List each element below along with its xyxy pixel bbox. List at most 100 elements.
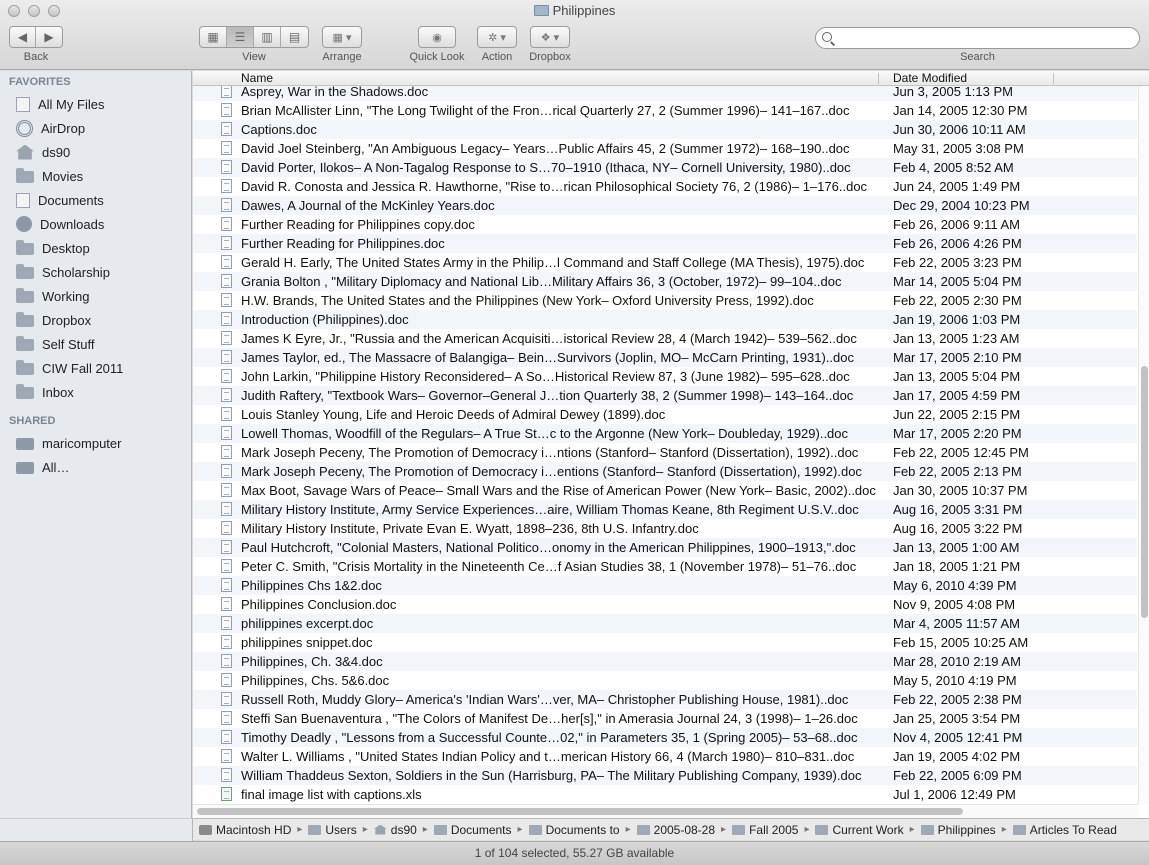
file-date-modified: Feb 15, 2005 10:25 AM: [893, 635, 1029, 650]
sidebar-item-movies[interactable]: Movies: [16, 166, 186, 186]
document-file-icon: [221, 426, 232, 440]
path-crumb[interactable]: Users ▸: [302, 823, 368, 837]
sidebar-item-self-stuff[interactable]: Self Stuff: [16, 334, 186, 354]
file-name: philippines excerpt.doc: [241, 616, 374, 631]
search-input[interactable]: [836, 30, 1131, 46]
file-row[interactable]: Philippines, Chs. 5&6.doc May 5, 2010 4:1…: [193, 671, 1137, 690]
file-name: Philippines, Chs. 5&6.doc: [241, 673, 390, 688]
file-row[interactable]: Gerald H. Early, The United States Army …: [193, 253, 1137, 272]
file-row[interactable]: Judith Raftery, "Textbook Wars– Governor…: [193, 386, 1137, 405]
file-row[interactable]: Mark Joseph Peceny, The Promotion of Dem…: [193, 462, 1137, 481]
back-button[interactable]: ◀: [10, 27, 37, 47]
file-row[interactable]: Steffi San Buenaventura , "The Colors of…: [193, 709, 1137, 728]
file-row[interactable]: Brian McAllister Linn, "The Long Twiligh…: [193, 101, 1137, 120]
file-row[interactable]: Timothy Deadly , "Lessons from a Success…: [193, 728, 1137, 747]
file-row[interactable]: Military History Institute, Army Service…: [193, 500, 1137, 519]
file-name: Lowell Thomas, Woodfill of the Regulars–…: [241, 426, 849, 441]
quick-look-button[interactable]: ◉: [418, 26, 456, 48]
forward-button[interactable]: ▶: [36, 27, 62, 47]
sidebar-item-label: All My Files: [38, 96, 105, 112]
document-file-icon: [221, 84, 232, 98]
coverflow-view-button[interactable]: ▤: [281, 27, 308, 47]
path-crumb[interactable]: Documents to ▸: [523, 823, 631, 837]
path-crumb[interactable]: Fall 2005 ▸: [726, 823, 809, 837]
file-name: philippines snippet.doc: [241, 635, 373, 650]
file-row[interactable]: Captions.doc Jun 30, 2006 10:11 AM: [193, 120, 1137, 139]
path-crumb[interactable]: Philippines ▸: [915, 823, 1007, 837]
file-row[interactable]: Introduction (Philippines).doc Jan 19, 20…: [193, 310, 1137, 329]
path-crumb[interactable]: Macintosh HD ▸: [193, 823, 302, 837]
file-row[interactable]: Russell Roth, Muddy Glory– America's 'In…: [193, 690, 1137, 709]
file-row[interactable]: Mark Joseph Peceny, The Promotion of Dem…: [193, 443, 1137, 462]
file-row[interactable]: Grania Bolton , "Military Diplomacy and …: [193, 272, 1137, 291]
document-file-icon: [221, 236, 232, 250]
sidebar-item-ciw-fall-2011[interactable]: CIW Fall 2011: [16, 358, 186, 378]
file-row[interactable]: Louis Stanley Young, Life and Heroic Dee…: [193, 405, 1137, 424]
path-crumb[interactable]: ds90 ▸: [368, 823, 428, 837]
sidebar-item-all[interactable]: All…: [16, 457, 186, 477]
file-row[interactable]: H.W. Brands, The United States and the P…: [193, 291, 1137, 310]
column-view-button[interactable]: ▥: [254, 27, 281, 47]
file-row[interactable]: Dawes, A Journal of the McKinley Years.d…: [193, 196, 1137, 215]
file-row[interactable]: Philippines, Ch. 3&4.doc Mar 28, 2010 2:1…: [193, 652, 1137, 671]
path-crumb[interactable]: Current Work ▸: [809, 823, 915, 837]
sidebar-item-maricomputer[interactable]: maricomputer: [16, 433, 186, 453]
file-row[interactable]: philippines excerpt.doc Mar 4, 2005 11:57…: [193, 614, 1137, 633]
file-date-modified: Mar 17, 2005 2:20 PM: [893, 426, 1022, 441]
sidebar-item-desktop[interactable]: Desktop: [16, 238, 186, 258]
file-row[interactable]: Further Reading for Philippines copy.doc…: [193, 215, 1137, 234]
sidebar-item-working[interactable]: Working: [16, 286, 186, 306]
action-button[interactable]: ✲ ▾: [477, 26, 517, 48]
file-row[interactable]: John Larkin, "Philippine History Reconsi…: [193, 367, 1137, 386]
sidebar-item-all-my-files[interactable]: All My Files: [16, 94, 186, 114]
file-row[interactable]: David Porter, Ilokos– A Non-Tagalog Resp…: [193, 158, 1137, 177]
vertical-scrollbar[interactable]: [1138, 86, 1149, 804]
sidebar-item-dropbox[interactable]: Dropbox: [16, 310, 186, 330]
sidebar-item-documents[interactable]: Documents: [16, 190, 186, 210]
file-row[interactable]: David R. Conosta and Jessica R. Hawthorn…: [193, 177, 1137, 196]
column-divider[interactable]: [878, 73, 879, 84]
search-field[interactable]: [815, 27, 1140, 49]
date-modified-column-header[interactable]: Date Modified: [893, 71, 967, 85]
sidebar-item-scholarship[interactable]: Scholarship: [16, 262, 186, 282]
document-file-icon: [221, 198, 232, 212]
file-row[interactable]: Paul Hutchcroft, "Colonial Masters, Nati…: [193, 538, 1137, 557]
file-row[interactable]: Philippines Conclusion.doc Nov 9, 2005 4:…: [193, 595, 1137, 614]
file-row[interactable]: Further Reading for Philippines.doc Feb 2…: [193, 234, 1137, 253]
folder-icon: [815, 824, 829, 835]
file-row[interactable]: William Thaddeus Sexton, Soldiers in the…: [193, 766, 1137, 785]
path-crumb[interactable]: 2005-08-28 ▸: [631, 823, 726, 837]
file-row[interactable]: philippines snippet.doc Feb 15, 2005 10:2…: [193, 633, 1137, 652]
sidebar-item-downloads[interactable]: Downloads: [16, 214, 186, 234]
dropbox-button[interactable]: ❖ ▾: [530, 26, 570, 48]
file-name: William Thaddeus Sexton, Soldiers in the…: [241, 768, 862, 783]
file-row[interactable]: Peter C. Smith, "Crisis Mortality in the…: [193, 557, 1137, 576]
file-row[interactable]: David Joel Steinberg, "An Ambiguous Lega…: [193, 139, 1137, 158]
file-row[interactable]: Philippines Chs 1&2.doc May 6, 2010 4:39 …: [193, 576, 1137, 595]
arrange-button[interactable]: ▦ ▾: [322, 26, 362, 48]
sidebar-item-inbox[interactable]: Inbox: [16, 382, 186, 402]
icon-view-button[interactable]: ▦: [200, 27, 227, 47]
file-row[interactable]: Lowell Thomas, Woodfill of the Regulars–…: [193, 424, 1137, 443]
name-column-header[interactable]: Name: [241, 71, 273, 85]
column-divider[interactable]: [1053, 73, 1054, 84]
file-row[interactable]: Walter L. Williams , "United States Indi…: [193, 747, 1137, 766]
file-row[interactable]: final image list with captions.xls Jul 1,…: [193, 785, 1137, 804]
file-row[interactable]: Max Boot, Savage Wars of Peace– Small Wa…: [193, 481, 1137, 500]
path-crumb[interactable]: Articles To Read: [1007, 823, 1117, 837]
file-row[interactable]: James Taylor, ed., The Massacre of Balan…: [193, 348, 1137, 367]
file-row[interactable]: Military History Institute, Private Evan…: [193, 519, 1137, 538]
sidebar-item-ds90[interactable]: ds90: [16, 142, 186, 162]
vertical-scroll-thumb[interactable]: [1141, 366, 1148, 618]
file-date-modified: Aug 16, 2005 3:22 PM: [893, 521, 1023, 536]
path-crumb[interactable]: Documents ▸: [428, 823, 523, 837]
horizontal-scrollbar[interactable]: [193, 804, 1138, 818]
folder-icon: [16, 264, 34, 279]
horizontal-scroll-thumb[interactable]: [197, 808, 963, 815]
path-crumb-label: Documents: [450, 822, 512, 837]
sidebar-item-airdrop[interactable]: AirDrop: [16, 118, 186, 138]
file-name: Louis Stanley Young, Life and Heroic Dee…: [241, 407, 666, 422]
eye-icon: ◉: [432, 31, 442, 44]
list-view-button[interactable]: ☰: [227, 27, 254, 47]
file-row[interactable]: James K Eyre, Jr., "Russia and the Ameri…: [193, 329, 1137, 348]
